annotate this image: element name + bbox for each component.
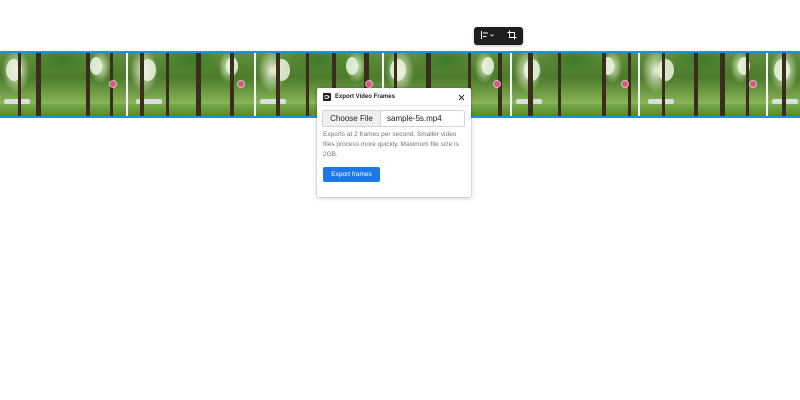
parked-car [260,99,286,104]
frame-divider [638,53,640,116]
editor-canvas[interactable]: Export Video Frames Choose File sample-5… [0,0,800,400]
tree-trunk [602,53,606,116]
video-frame[interactable] [0,53,126,116]
tree-trunk [140,53,144,116]
frame-divider [254,53,256,116]
frame-marker[interactable] [750,81,756,87]
tree-trunk [36,53,41,116]
video-frame[interactable] [766,53,800,116]
align-icon [480,27,494,45]
sky-patch [390,59,406,81]
sky-patch [482,57,494,75]
tree-trunk [528,53,533,116]
tree-trunk [628,53,631,116]
frame-divider [126,53,128,116]
choose-file-button[interactable]: Choose File [323,111,381,126]
tree-trunk [86,53,90,116]
dialog-header: Export Video Frames [317,88,471,106]
crop-icon [507,27,517,45]
help-text: Exports at 2 frames per second. Smaller … [323,131,459,158]
parked-car [4,99,30,104]
video-frame[interactable] [126,53,254,116]
sky-patch [658,59,674,81]
file-input[interactable]: Choose File sample-5s.mp4 [322,110,465,127]
plugin-logo-icon [323,93,331,101]
tree-trunk [782,53,786,116]
frame-marker[interactable] [366,81,372,87]
dialog-title: Export Video Frames [335,94,395,100]
parked-car [648,99,674,104]
video-frame[interactable] [638,53,766,116]
frame-divider [510,53,512,116]
sky-patch [90,57,102,75]
crop-button[interactable] [503,27,521,45]
selected-file-name: sample-5s.mp4 [387,114,442,123]
close-icon [458,88,465,106]
tree-trunk [306,53,309,116]
frame-marker[interactable] [622,81,628,87]
close-button[interactable] [457,92,466,101]
tree-trunk [166,53,169,116]
frame-marker[interactable] [494,81,500,87]
frame-marker[interactable] [238,81,244,87]
grass [126,104,254,116]
tree-trunk [662,53,665,116]
export-video-frames-dialog: Export Video Frames Choose File sample-5… [317,88,471,197]
frame-marker[interactable] [110,81,116,87]
frame-divider [766,53,768,116]
align-button[interactable] [474,27,500,45]
block-toolbar [474,27,523,45]
export-frames-button[interactable]: Export frames [323,167,380,182]
tree-trunk [746,53,749,116]
sky-patch [346,57,358,75]
tree-trunk [276,53,280,116]
tree-trunk [230,53,234,116]
tree-trunk [558,53,561,116]
tree-trunk [196,53,201,116]
tree-trunk [18,53,21,116]
tree-trunk [720,53,725,116]
tree-trunk [694,53,698,116]
video-frame[interactable] [510,53,638,116]
chevron-down-icon [490,34,494,37]
